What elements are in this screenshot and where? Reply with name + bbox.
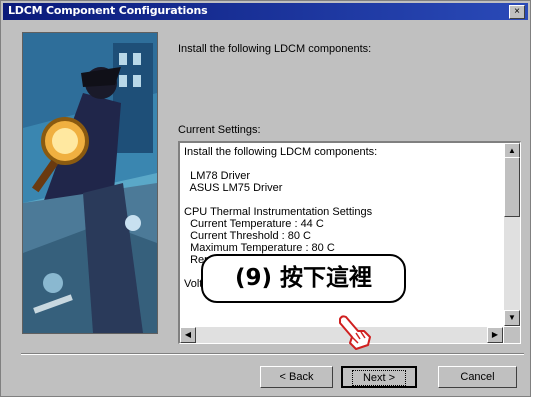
current-settings-label: Current Settings: bbox=[178, 124, 261, 136]
dialog-window: LDCM Component Configurations × Install … bbox=[0, 0, 531, 397]
settings-line: ASUS LM75 Driver bbox=[184, 182, 283, 194]
settings-line: Install the following LDCM components: bbox=[184, 146, 378, 158]
next-button[interactable]: Next > bbox=[341, 366, 417, 388]
scroll-thumb[interactable] bbox=[504, 157, 520, 217]
wizard-illustration bbox=[22, 32, 158, 334]
vertical-scrollbar[interactable]: ▲ ▼ bbox=[504, 143, 520, 326]
window-title: LDCM Component Configurations bbox=[8, 4, 208, 17]
settings-line: LM78 Driver bbox=[184, 170, 251, 182]
close-icon: × bbox=[514, 6, 520, 17]
arrow-down-icon: ▼ bbox=[508, 313, 516, 322]
arrow-left-icon: ◀ bbox=[184, 330, 192, 339]
callout-text: (9) 按下這裡 bbox=[234, 265, 373, 291]
close-button[interactable]: × bbox=[509, 5, 525, 19]
pointing-hand-icon bbox=[334, 313, 374, 358]
settings-line: Maximum Temperature : 80 C bbox=[184, 242, 335, 254]
settings-line: Current Threshold : 80 C bbox=[184, 230, 311, 242]
back-button[interactable]: < Back bbox=[260, 366, 333, 388]
heading-text: Install the following LDCM components: bbox=[178, 43, 372, 55]
scroll-down-button[interactable]: ▼ bbox=[504, 310, 520, 326]
annotation-callout: (9) 按下這裡 bbox=[201, 254, 406, 303]
arrow-right-icon: ▶ bbox=[491, 330, 499, 339]
arrow-up-icon: ▲ bbox=[508, 146, 516, 155]
scroll-corner bbox=[504, 327, 520, 343]
scroll-right-button[interactable]: ▶ bbox=[487, 327, 503, 343]
settings-line: CPU Thermal Instrumentation Settings bbox=[184, 206, 373, 218]
scroll-left-button[interactable]: ◀ bbox=[180, 327, 196, 343]
settings-line: Current Temperature : 44 C bbox=[184, 218, 324, 230]
settings-line bbox=[184, 158, 500, 170]
settings-line bbox=[184, 194, 500, 206]
next-button-label: Next > bbox=[351, 370, 407, 386]
title-bar[interactable]: LDCM Component Configurations × bbox=[3, 3, 528, 20]
cancel-button[interactable]: Cancel bbox=[438, 366, 517, 388]
divider bbox=[21, 353, 524, 355]
